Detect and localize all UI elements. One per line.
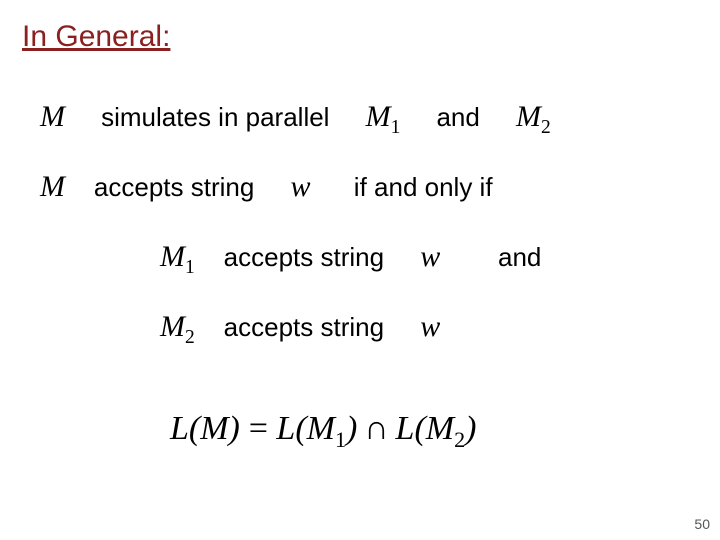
text-accepts-3: accepts string [224, 312, 384, 342]
sym-w-1: w [290, 170, 310, 203]
sym-M-b: M [40, 170, 65, 203]
text-iff: if and only if [354, 172, 493, 202]
eq-right: ) [465, 410, 476, 447]
line-m1-accepts: M1 accepts string w and [160, 240, 541, 279]
text-accepts-1: accepts string [94, 172, 254, 202]
line-m2-accepts: M2 accepts string w [160, 310, 440, 349]
slide: In General: M simulates in parallel M1 a… [0, 0, 720, 540]
eq: L(M) = L(M1) ∩ L(M2) [170, 410, 476, 447]
text-and-1: and [436, 102, 479, 132]
page-number: 50 [694, 516, 710, 532]
sym-M2-b-base: M [160, 310, 185, 343]
sym-w-2: w [420, 240, 440, 273]
sym-M1-b: M1 [160, 240, 195, 273]
sym-M1-b-sub: 1 [185, 257, 195, 278]
eq-mid: ) ∩ L(M [346, 410, 454, 447]
text-accepts-2: accepts string [224, 242, 384, 272]
line-accepts-iff: M accepts string w if and only if [40, 170, 493, 204]
line-equation: L(M) = L(M1) ∩ L(M2) [170, 410, 476, 453]
sym-w-3: w [420, 310, 440, 343]
sym-M: M [40, 100, 65, 133]
text-and-2: and [498, 242, 541, 272]
line-simulates: M simulates in parallel M1 and M2 [40, 100, 551, 139]
sym-M1-base: M [366, 100, 391, 133]
eq-left: L(M) = L(M [170, 410, 335, 447]
text-simulates: simulates in parallel [101, 102, 329, 132]
sym-M1-sub: 1 [391, 117, 401, 138]
sym-M1-b-base: M [160, 240, 185, 273]
sym-M2-base: M [516, 100, 541, 133]
slide-heading: In General: [22, 20, 170, 54]
eq-sub1: 1 [335, 427, 346, 452]
eq-sub2: 2 [454, 427, 465, 452]
sym-M2-sub: 2 [541, 117, 551, 138]
sym-M2-b-sub: 2 [185, 327, 195, 348]
sym-M2-b: M2 [160, 310, 195, 343]
sym-M1: M1 [366, 100, 401, 133]
sym-M2: M2 [516, 100, 551, 133]
